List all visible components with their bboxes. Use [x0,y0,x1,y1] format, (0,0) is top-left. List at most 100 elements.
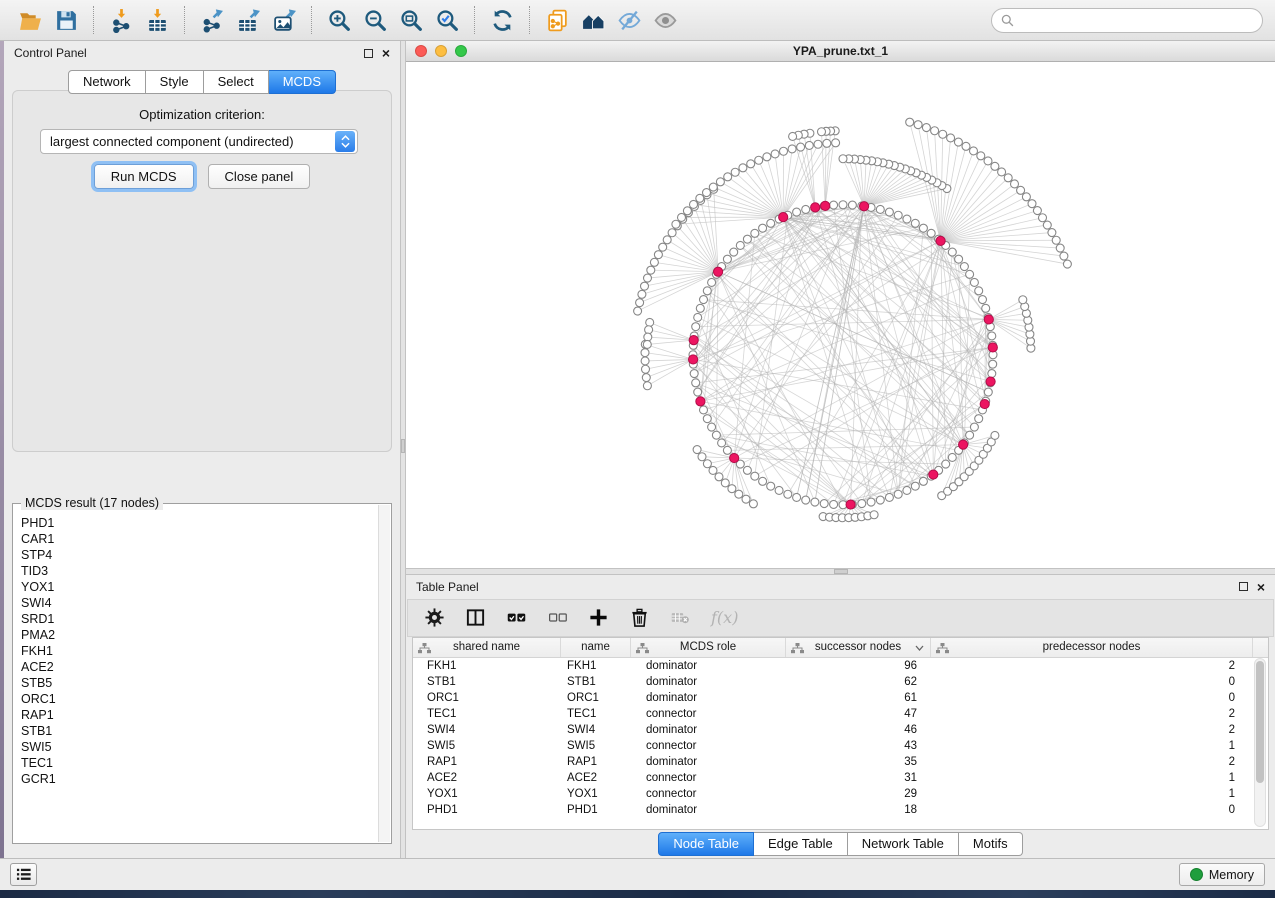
tab-mcds[interactable]: MCDS [269,70,336,94]
close-panel-button[interactable]: Close panel [208,164,311,189]
mcds-result-item[interactable]: PMA2 [21,627,378,643]
mcds-result-item[interactable]: RAP1 [21,707,378,723]
mcds-result-item[interactable]: FKH1 [21,643,378,659]
select-all-button[interactable] [506,607,527,628]
hide-selected-button[interactable] [611,4,647,36]
window-close-icon[interactable] [415,45,427,57]
tab-select[interactable]: Select [204,70,269,94]
delete-column-button[interactable] [629,607,650,628]
table-row[interactable]: SWI4SWI4dominator462 [413,722,1268,738]
mcds-result-item[interactable]: ACE2 [21,659,378,675]
vertical-splitter[interactable] [400,41,406,858]
mcds-result-item[interactable]: STB5 [21,675,378,691]
table-row[interactable]: YOX1YOX1connector291 [413,786,1268,802]
column-header-name[interactable]: name [561,638,631,657]
deselect-all-button[interactable] [547,607,568,628]
add-column-button[interactable] [588,607,609,628]
column-header-predecessor-nodes[interactable]: predecessor nodes [931,638,1253,657]
task-history-button[interactable] [10,863,37,886]
table-row[interactable]: SWI5SWI5connector431 [413,738,1268,754]
network-window-titlebar[interactable]: YPA_prune.txt_1 [406,41,1275,62]
table-row[interactable]: PHD1PHD1dominator180 [413,802,1268,818]
table-scrollbar[interactable] [1254,658,1266,828]
mcds-result-item[interactable]: SRD1 [21,611,378,627]
memory-status-icon [1190,868,1203,881]
first-neighbors-button[interactable] [575,4,611,36]
import-network-button[interactable] [103,4,139,36]
table-row[interactable]: ORC1ORC1dominator610 [413,690,1268,706]
apply-layout-button[interactable] [484,4,520,36]
table-panel-header: Table Panel × [406,575,1275,599]
tab-network[interactable]: Network [68,70,146,94]
close-panel-icon[interactable]: × [1257,582,1265,592]
mcds-result-item[interactable]: PHD1 [21,515,378,531]
table-row[interactable]: RAP1RAP1dominator352 [413,754,1268,770]
run-mcds-button[interactable]: Run MCDS [94,164,194,189]
float-panel-icon[interactable] [364,49,373,58]
table-row[interactable]: FKH1FKH1dominator962 [413,658,1268,674]
settings-button[interactable] [424,607,445,628]
mcds-result-item[interactable]: STP4 [21,547,378,563]
delete-table-icon [670,607,691,628]
mcds-result-item[interactable]: TEC1 [21,755,378,771]
delete-table-button[interactable] [670,607,691,628]
cell: 46 [786,722,931,738]
mcds-result-item[interactable]: ORC1 [21,691,378,707]
mcds-result-item[interactable]: SWI4 [21,595,378,611]
mcds-result-item[interactable]: STB1 [21,723,378,739]
tab-node-table[interactable]: Node Table [658,832,754,856]
cell: 1 [931,770,1253,786]
mcds-result-item[interactable]: GCR1 [21,771,378,787]
column-header-successor-nodes[interactable]: successor nodes [786,638,931,657]
import-table-button[interactable] [139,4,175,36]
export-image-button[interactable] [266,4,302,36]
horizontal-splitter[interactable] [406,568,1275,575]
status-bar: Memory [0,858,1275,890]
open-file-button[interactable] [12,4,48,36]
mcds-result-item[interactable]: YOX1 [21,579,378,595]
memory-button[interactable]: Memory [1179,863,1265,886]
import-network-icon [109,8,134,33]
zoom-in-button[interactable] [321,4,357,36]
cell: connector [631,706,786,722]
network-canvas[interactable] [406,62,1275,568]
export-table-button[interactable] [230,4,266,36]
optimization-criterion-select[interactable]: largest connected component (undirected) [40,129,358,154]
show-columns-button[interactable] [465,607,486,628]
table-scrollbar-thumb[interactable] [1256,661,1264,783]
zoom-fit-button[interactable] [393,4,429,36]
tab-style[interactable]: Style [146,70,204,94]
table-row[interactable]: ACE2ACE2connector311 [413,770,1268,786]
search-field[interactable] [991,8,1263,33]
mcds-result-item[interactable]: TID3 [21,563,378,579]
clone-network-button[interactable] [539,4,575,36]
save-session-button[interactable] [48,4,84,36]
mcds-result-item[interactable]: SWI5 [21,739,378,755]
network-view[interactable] [406,62,1275,568]
column-header-shared-name[interactable]: shared name [413,638,561,657]
tab-motifs[interactable]: Motifs [959,832,1023,856]
tab-edge-table[interactable]: Edge Table [754,832,848,856]
table-row[interactable]: STB1STB1dominator620 [413,674,1268,690]
table-tabs: Node TableEdge TableNetwork TableMotifs [658,832,1022,856]
search-input[interactable] [1020,12,1253,28]
splitter-grip[interactable] [834,569,848,574]
mcds-result-item[interactable]: CAR1 [21,531,378,547]
tab-network-table[interactable]: Network Table [848,832,959,856]
splitter-grip[interactable] [401,439,405,453]
close-panel-icon[interactable]: × [382,48,390,58]
cell: ORC1 [561,690,631,706]
window-zoom-icon[interactable] [455,45,467,57]
show-all-icon [653,8,678,33]
show-all-button[interactable] [647,4,683,36]
mcds-list-scrollbar[interactable] [378,505,390,842]
float-panel-icon[interactable] [1239,582,1248,591]
zoom-selected-button[interactable] [429,4,465,36]
function-builder-button[interactable]: f(x) [711,608,738,627]
window-minimize-icon[interactable] [435,45,447,57]
table-row[interactable]: TEC1TEC1connector472 [413,706,1268,722]
zoom-out-button[interactable] [357,4,393,36]
columns-icon [465,607,486,628]
export-network-button[interactable] [194,4,230,36]
column-header-MCDS-role[interactable]: MCDS role [631,638,786,657]
